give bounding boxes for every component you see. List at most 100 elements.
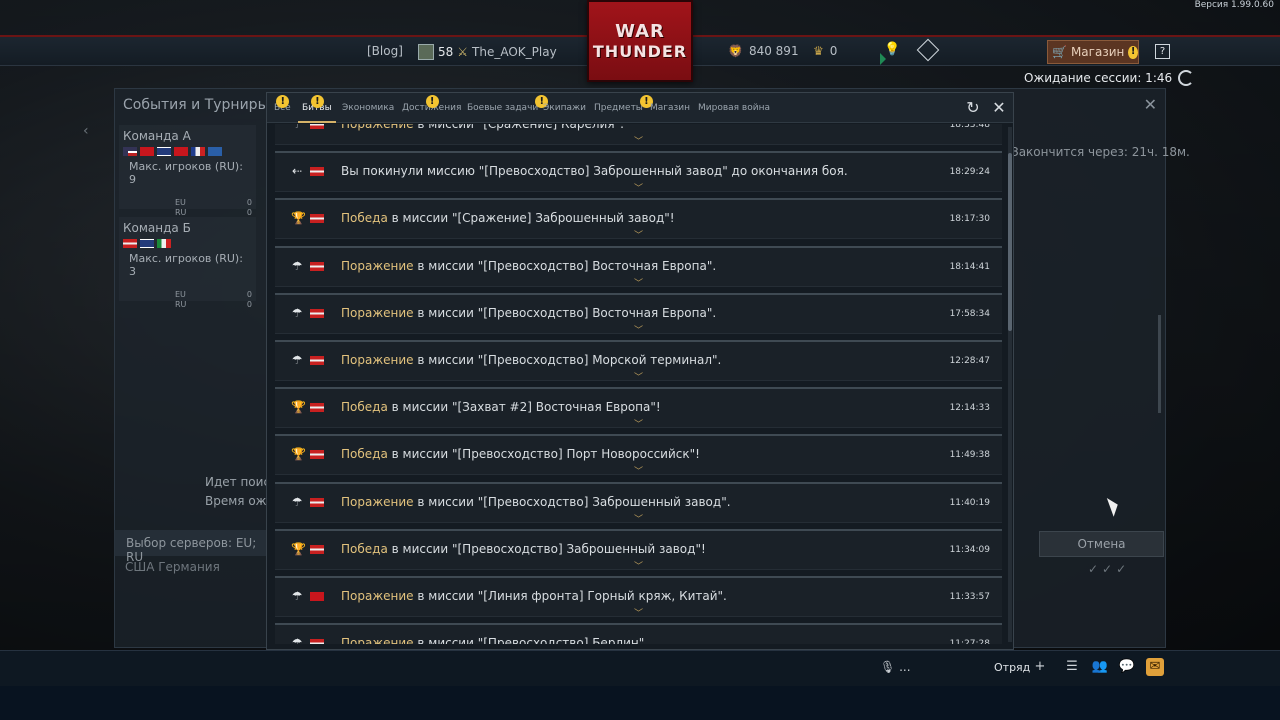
golden-eagles-value: 0 (829, 44, 838, 58)
notification-item[interactable]: ⇠ Вы покинули миссию "[Превосходство] Заб… (275, 151, 1002, 194)
notification-item[interactable]: 🏆 Победа в миссии "[Превосходство] Заброш… (275, 528, 1002, 572)
blog-link[interactable]: [Blog] (367, 44, 403, 58)
team-a-max-players: Макс. игроков (RU): 9 (129, 160, 243, 186)
team-b-max-players: Макс. игроков (RU): 3 (129, 252, 243, 278)
battle-result: Поражение (341, 589, 414, 603)
chevron-left-icon[interactable]: ‹ (83, 123, 89, 139)
tab-economy[interactable]: Экономика (342, 103, 394, 113)
region-count: 0 (246, 290, 252, 299)
notification-time: 11:49:38 (949, 450, 990, 461)
tab-shop[interactable]: Магазин (650, 103, 690, 113)
cart-icon: 🛒 (1052, 45, 1067, 59)
parachute-icon: ☂ (291, 636, 303, 644)
war-thunder-logo: WAR THUNDER (587, 0, 693, 82)
chevron-down-icon[interactable]: ﹀ (634, 134, 643, 147)
notification-message: в миссии "[Превосходство] Заброшенный за… (387, 541, 706, 556)
notification-text: Поражение в миссии "[Линия фронта] Горны… (341, 589, 727, 603)
parachute-icon: ☂ (291, 494, 303, 509)
notifications-modal: ! Все ! Битвы Экономика ! Достижения ! Боевы… (266, 92, 1014, 650)
team-a-flags (123, 147, 252, 156)
chat-icon[interactable]: 💬 (1118, 658, 1136, 676)
notification-message: Вы покинули миссию "[Превосходство] Забр… (341, 164, 848, 179)
scrollbar-thumb[interactable] (1008, 153, 1012, 331)
tab-crews[interactable]: Экипажи (543, 103, 586, 113)
lightbulb-icon[interactable]: 💡 (884, 42, 900, 57)
notification-message: в миссии "[Сражение] Карелия". (413, 124, 624, 131)
player-profile[interactable]: 58 ⚔ The_AOK_Play (418, 44, 557, 60)
tab-achievements[interactable]: ! Достижения (402, 95, 461, 113)
chevron-down-icon[interactable]: ﹀ (634, 276, 643, 289)
notification-text: Победа в миссии "[Превосходство] Заброше… (341, 542, 706, 556)
notification-item[interactable]: ☂ Поражение в миссии "[Сражение] Карелия"… (275, 124, 1002, 147)
plus-icon[interactable]: + (1031, 658, 1049, 676)
shop-label: Магазин (1070, 45, 1125, 59)
shop-button[interactable]: 🛒 Магазин ! (1047, 40, 1139, 64)
golden-eagles-balance[interactable]: ♛ 0 (813, 44, 837, 58)
notification-text: Победа в миссии "[Захват #2] Восточная Е… (341, 400, 661, 414)
server-select-button[interactable]: Выбор серверов: EU; RU (114, 530, 269, 564)
help-button[interactable]: ? (1155, 44, 1170, 59)
chevron-down-icon[interactable]: ﹀ (634, 370, 643, 383)
notification-item[interactable]: ☂ Поражение в миссии "[Превосходство] Вос… (275, 292, 1002, 336)
tab-battles[interactable]: ! Битвы (298, 95, 336, 123)
notification-message: в миссии "[Захват #2] Восточная Европа"! (387, 400, 661, 415)
chevron-down-icon[interactable]: ﹀ (634, 323, 643, 336)
voice-chat-button[interactable]: 🎙 ... (880, 660, 911, 674)
team-b-card: Команда Б Макс. игроков (RU): 3 EU 0 RU … (119, 217, 256, 309)
notification-text: Поражение в миссии "[Превосходство] Морс… (341, 353, 721, 367)
country-flag-icon (310, 639, 324, 644)
notification-time: 18:17:30 (949, 214, 990, 225)
cancel-button[interactable]: Отмена (1039, 531, 1164, 557)
country-flag-icon (310, 167, 324, 177)
notification-item[interactable]: 🏆 Победа в миссии "[Сражение] Заброшенный… (275, 198, 1002, 241)
team-a-name: Команда А (123, 129, 191, 143)
chevron-down-icon[interactable]: ﹀ (634, 228, 643, 241)
notification-item[interactable]: ☂ Поражение в миссии "[Превосходство] Бер… (275, 623, 1002, 644)
trophy-icon: 🏆 (291, 447, 306, 462)
diamond-icon[interactable] (916, 38, 940, 62)
notification-item[interactable]: ☂ Поражение в миссии "[Превосходство] Мор… (275, 340, 1002, 383)
tab-items[interactable]: ! Предметы (594, 95, 653, 113)
notification-item[interactable]: 🏆 Победа в миссии "[Превосходство] Порт Н… (275, 434, 1002, 477)
player-name: The_AOK_Play (472, 45, 557, 59)
tab-crews-label: Экипажи (543, 103, 586, 113)
cursor-marker-icon (880, 53, 886, 65)
region-label: RU (175, 300, 187, 309)
notification-item[interactable]: ☂ Поражение в миссии "[Линия фронта] Горн… (275, 576, 1002, 619)
region-label: EU (175, 198, 186, 207)
trophy-icon: 🏆 (291, 211, 306, 226)
notification-item[interactable]: 🏆 Победа в миссии "[Захват #2] Восточная … (275, 387, 1002, 430)
battle-result: Победа (341, 541, 388, 556)
mail-icon[interactable]: ✉ (1146, 658, 1164, 676)
chevron-down-icon[interactable]: ﹀ (634, 606, 643, 619)
chevron-down-icon[interactable]: ﹀ (634, 464, 643, 477)
silver-lions-balance[interactable]: 🦁 840 891 (728, 44, 799, 58)
list-icon[interactable]: ☰ (1063, 658, 1081, 676)
tab-world-war[interactable]: Мировая война (698, 103, 770, 113)
notification-item[interactable]: ☂ Поражение в миссии "[Превосходство] Вос… (275, 245, 1002, 289)
team-a-card: Команда А Макс. игроков (RU): 9 EU 0 RU … (119, 125, 256, 217)
close-icon[interactable]: ✕ (989, 98, 1009, 118)
microphone-icon: 🎙 (880, 660, 896, 674)
chevron-down-icon[interactable]: ﹀ (634, 181, 643, 194)
tab-all[interactable]: ! Все (274, 95, 291, 113)
refresh-icon[interactable]: ↻ (963, 98, 983, 118)
team-b-flags (123, 239, 252, 248)
team-b-name: Команда Б (123, 221, 191, 235)
notification-text: Поражение в миссии "[Превосходство] Вост… (341, 259, 716, 273)
chevron-down-icon[interactable]: ﹀ (634, 417, 643, 430)
bottom-bar (0, 650, 1280, 686)
chevron-down-icon[interactable]: ﹀ (634, 512, 643, 525)
close-icon[interactable]: ✕ (1144, 95, 1157, 114)
tab-battle-tasks[interactable]: ! Боевые задачи (467, 95, 549, 113)
country-tabs[interactable]: США Германия (125, 560, 220, 574)
squad-label[interactable]: Отряд (994, 661, 1030, 674)
contacts-icon[interactable]: 👥 (1091, 658, 1109, 676)
events-scrollbar[interactable] (1158, 315, 1161, 413)
chevron-down-icon[interactable]: ﹀ (634, 559, 643, 572)
notification-item[interactable]: ☂ Поражение в миссии "[Превосходство] Заб… (275, 481, 1002, 525)
warning-icon: ! (1128, 45, 1138, 59)
parachute-icon: ☂ (291, 353, 303, 367)
loading-spinner-icon (1178, 70, 1195, 86)
crossed-swords-icon: ⚔ (457, 45, 469, 59)
